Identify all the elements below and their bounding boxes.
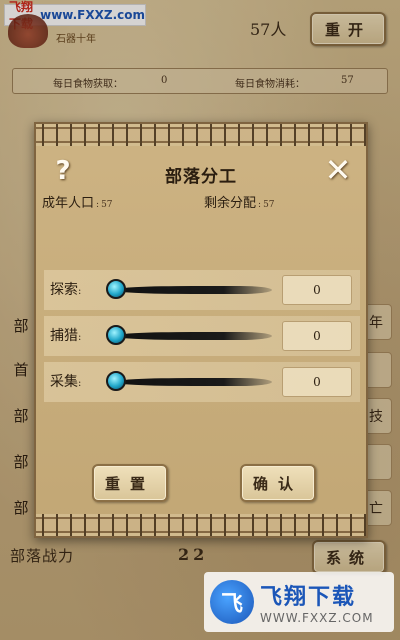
reset-button[interactable]: 重置 [92,464,168,502]
hunt-value[interactable]: 0 [282,321,352,351]
watermark-bottom: 飞 飞翔下载 WWW.FXXZ.COM [204,572,394,632]
explore-slider-handle[interactable] [106,279,126,299]
watermark-bottom-small: WWW.FXXZ.COM [260,611,374,625]
remaining-allocation: 剩余分配:57 [204,196,275,211]
remaining-allocation-value: 57 [263,200,275,210]
gather-slider-track[interactable] [112,378,272,386]
dialog-title: 部落分工 [165,167,237,187]
confirm-button[interactable]: 确认 [240,464,316,502]
job-label-gather: 采集: [50,374,82,390]
dialog-border-top [36,124,366,146]
job-label-hunt: 捕猎: [50,328,82,344]
hunt-slider-track[interactable] [112,332,272,340]
job-row-explore: 探索: 0 [44,270,360,310]
job-row-gather: 采集: 0 [44,362,360,402]
watermark-bottom-big: 飞翔下载 [260,585,357,610]
adult-population: 成年人口:57 [42,196,113,211]
job-row-hunt: 捕猎: 0 [44,316,360,356]
gather-slider-handle[interactable] [106,371,126,391]
watermark-logo-icon: 飞 [210,580,254,624]
explore-slider-track[interactable] [112,286,272,294]
hunt-slider-handle[interactable] [106,325,126,345]
gather-value[interactable]: 0 [282,367,352,397]
remaining-allocation-label: 剩余分配 [204,196,257,211]
close-icon[interactable]: ✕ [322,154,354,186]
adult-population-label: 成年人口 [42,196,95,211]
tribe-division-dialog: ? 部落分工 ✕ 成年人口:57 剩余分配:57 探索: 0 捕猎: 0 采集:… [34,122,368,538]
dialog-border-bottom [36,514,366,536]
explore-value[interactable]: 0 [282,275,352,305]
adult-population-value: 57 [101,200,113,210]
job-label-explore: 探索: [50,282,82,298]
